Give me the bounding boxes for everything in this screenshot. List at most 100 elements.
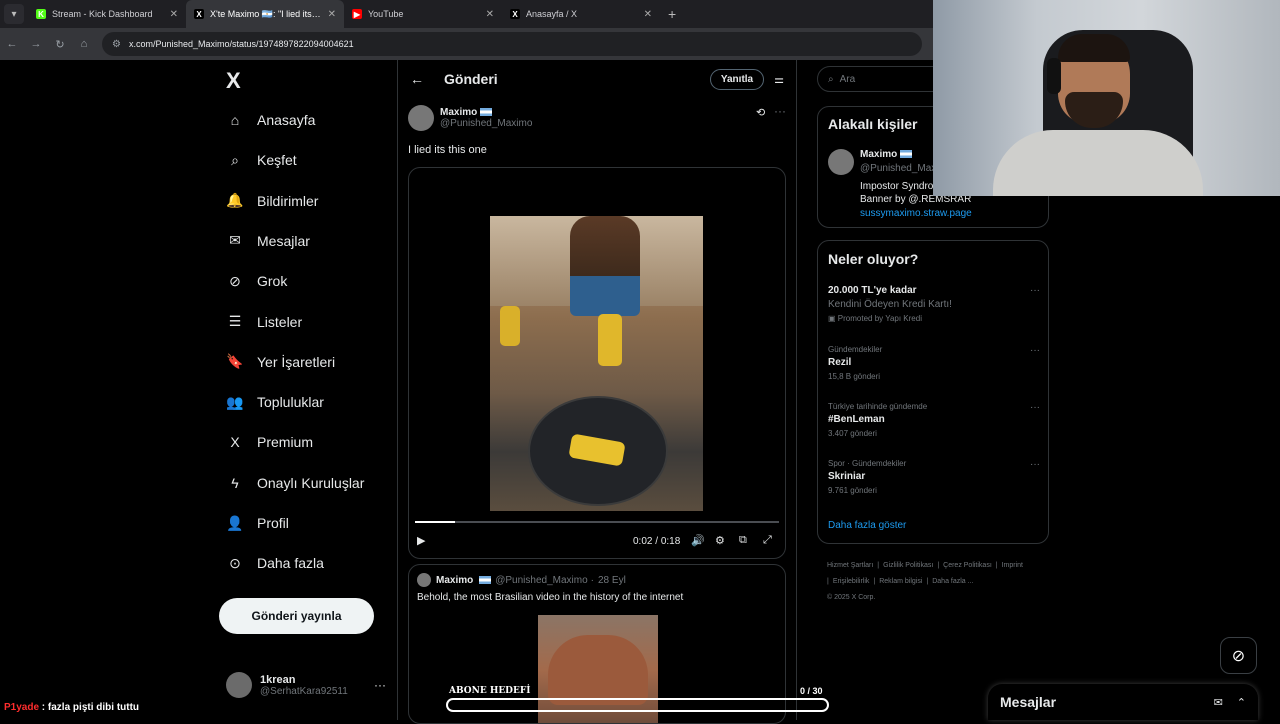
close-tab-icon[interactable]: ✕ [328,9,336,20]
sidebar-item-envelope[interactable]: ✉ Mesajlar [226,226,310,256]
x-logo-icon[interactable]: X [226,68,241,94]
envelope-icon: ✉ [229,232,241,249]
forward-icon[interactable]: → [24,38,48,50]
x-icon: X [230,434,240,451]
grok-icon[interactable]: ⟲ [756,106,765,119]
trend-count: 9.761 gönderi [828,486,877,495]
sidebar-item-list[interactable]: ☰ Listeler [226,307,302,337]
author-name[interactable]: Maximo [440,107,477,118]
reply-button[interactable]: Yanıtla [709,68,765,90]
close-tab-icon[interactable]: ✕ [644,9,652,20]
tab-list-button[interactable]: ▾ [4,4,24,24]
pip-icon[interactable]: ⧉ [739,534,747,547]
video-content-person [570,216,640,316]
car-image-content [548,635,648,705]
sidebar-item-person[interactable]: 👤 Profil [226,508,289,538]
browser-tab[interactable]: X X'te Maximo 🇦🇷: "I lied its this o ✕ [186,0,344,28]
grok-floating-button[interactable]: ⊘ [1220,637,1257,674]
footer-link[interactable]: Reklam bilgisi [879,578,922,585]
footer-link[interactable]: Çerez Politikası [943,562,992,569]
sidebar-item-x[interactable]: X Premium [226,427,313,457]
site-info-icon[interactable]: ⚙ [112,39,121,50]
sidebar-item-home[interactable]: ⌂ Anasayfa [226,105,316,135]
expand-icon[interactable]: ⌃ [1237,696,1246,709]
trend-item[interactable]: Türkiye tarihinde gündemde #BenLeman 3.407… [828,402,1040,438]
close-tab-icon[interactable]: ✕ [170,9,178,20]
browser-tab[interactable]: X Anasayfa / X ✕ [502,0,660,28]
sliders-icon[interactable]: ⚌ [774,73,784,86]
more-icon[interactable]: ··· [374,678,386,692]
bookmark-icon: 🔖 [226,353,244,370]
messages-dock-title: Mesajlar [1000,694,1057,710]
tab-favicon-icon: ▶ [352,9,362,19]
trend-item[interactable]: Gündemdekiler Rezil 15,8 B gönderi ··· [828,345,1040,381]
back-icon[interactable]: ← [0,38,24,50]
post-author[interactable]: Maximo @Punished_Maximo [408,105,532,131]
video-progress-bar[interactable] [415,521,779,523]
avatar[interactable] [828,149,854,175]
messages-dock[interactable]: Mesajlar ✉ ⌃ [988,684,1258,720]
related-person-link[interactable]: sussymaximo.straw.page [860,208,972,219]
back-arrow-icon[interactable]: ← [410,71,424,87]
post-button[interactable]: Gönderi yayınla [219,598,374,634]
footer-link[interactable]: Hizmet Şartları [827,562,873,569]
browser-tab[interactable]: K Stream - Kick Dashboard ✕ [28,0,186,28]
browser-tab[interactable]: ▶ YouTube ✕ [344,0,502,28]
close-tab-icon[interactable]: ✕ [486,9,494,20]
person-icon: 👤 [226,514,244,531]
author-handle[interactable]: @Punished_Maximo [440,118,532,129]
grok-icon: ⊘ [229,272,241,289]
footer-link[interactable]: Erişilebilirlik [833,578,870,585]
show-more-link[interactable]: Daha fazla göster [828,520,906,531]
sidebar-item-bell[interactable]: 🔔 Bildirimler [226,186,318,216]
more-icon[interactable]: ··· [1030,345,1040,356]
settings-icon[interactable]: ⚙ [715,534,725,547]
account-switcher[interactable]: 1krean @SerhatKara92511 ··· [226,672,386,698]
play-icon[interactable]: ▶ [417,534,425,547]
tab-title: Anasayfa / X [526,9,578,19]
volume-icon[interactable]: 🔊 [691,534,705,547]
author-avatar[interactable] [408,105,434,131]
footer-divider: | [995,562,998,569]
subscriber-goal-count: 0 / 30 [800,686,823,696]
sidebar-item-lightning[interactable]: ϟ Onaylı Kuruluşlar [226,468,364,498]
related-person-bio: Impostor Syndro [860,181,934,192]
url-field[interactable]: ⚙ x.com/Punished_Maximo/status/197489782… [102,32,922,56]
sidebar-item-search[interactable]: ⌕ Keşfet [226,145,297,175]
related-person-name[interactable]: Maximo [860,149,897,160]
footer-link[interactable]: © 2025 X Corp. [827,594,875,601]
promoted-trend[interactable]: 20.000 TL'ye kadar Kendini Ödeyen Kredi … [828,285,1040,323]
more-icon[interactable]: ··· [1030,459,1040,470]
sidebar-item-label: Listeler [257,313,303,330]
footer-link[interactable]: Gizlilik Politikası [883,562,933,569]
account-handle: @SerhatKara92511 [260,685,348,697]
more-icon[interactable]: ··· [1030,285,1040,296]
tab-favicon-icon: K [36,9,46,19]
sidebar-item-bookmark[interactable]: 🔖 Yer İşaretleri [226,347,335,377]
fullscreen-icon[interactable]: ⤢ [763,534,772,547]
sidebar-item-people[interactable]: 👥 Topluluklar [226,387,324,417]
trend-meta: Spor · Gündemdekiler [828,459,907,468]
tab-title: YouTube [368,9,404,19]
headset-icon [1047,58,1061,94]
video-frame[interactable] [490,216,703,511]
new-tab-button[interactable]: + [668,6,676,22]
new-message-icon[interactable]: ✉ [1214,696,1223,709]
sidebar-item-grok[interactable]: ⊘ Grok [226,266,287,296]
video-player[interactable]: ▶ 0:02 / 0:18 🔊 ⚙ ⧉ ⤢ [408,167,786,559]
tab-title: X'te Maximo 🇦🇷: "I lied its this o [210,8,322,19]
footer-divider: | [827,578,829,585]
more-icon[interactable]: ··· [1030,402,1040,413]
sidebar-item-more-circle[interactable]: ⊙ Daha fazla [226,548,324,578]
left-sidebar: X ⌂ Anasayfa ⌕ Keşfet 🔔 Bildirimler ✉ Mesajlar ⊘… [218,60,398,720]
footer-link[interactable]: Imprint [1002,562,1023,569]
footer-link[interactable]: Daha fazla ... [932,578,973,585]
more-circle-icon: ⊙ [229,554,241,571]
home-icon[interactable]: ⌂ [72,38,96,50]
trend-item[interactable]: Spor · Gündemdekiler Skriniar 9.761 gönder… [828,459,1040,495]
reload-icon[interactable]: ↻ [48,38,72,51]
trend-name: Skriniar [828,471,866,482]
sidebar-item-label: Grok [257,273,288,290]
more-icon[interactable]: ··· [774,104,786,118]
chat-message: P1yade : fazla pişti dibi tuttu [4,702,139,713]
